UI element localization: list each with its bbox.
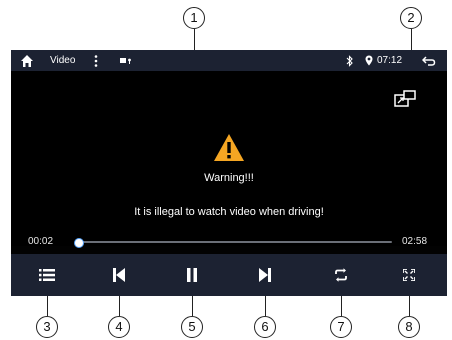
callout-8: 8 (398, 316, 420, 338)
warning-message: It is illegal to watch video when drivin… (134, 206, 324, 218)
callout-7: 7 (330, 316, 352, 338)
callout-5-leader (192, 296, 193, 316)
current-time: 00:02 (28, 236, 54, 247)
previous-button[interactable] (91, 254, 147, 296)
playlist-button[interactable] (19, 254, 75, 296)
callout-6-leader (265, 296, 266, 316)
list-icon (39, 269, 55, 281)
seek-bar[interactable] (74, 238, 392, 248)
pause-icon (187, 268, 197, 282)
callout-7-leader (341, 296, 342, 316)
picture-in-picture-icon[interactable] (394, 90, 416, 108)
callout-4-leader (119, 296, 120, 316)
fullscreen-icon (403, 269, 415, 281)
callout-3-leader (47, 296, 48, 316)
more-vertical-icon[interactable] (94, 50, 102, 71)
skip-previous-icon (113, 268, 125, 282)
warning-triangle-icon (213, 133, 245, 162)
fullscreen-button[interactable] (381, 254, 437, 296)
seek-bar-thumb[interactable] (74, 238, 85, 248)
app-title: Video (50, 55, 76, 66)
pause-button[interactable] (164, 254, 220, 296)
video-source-icon (120, 50, 136, 71)
callout-2: 2 (400, 7, 422, 29)
callout-3: 3 (36, 316, 58, 338)
status-bar: Video 07:12 (11, 50, 447, 71)
playback-controls (11, 254, 447, 296)
video-area[interactable]: Warning!!! It is illegal to watch video … (11, 71, 447, 247)
repeat-button[interactable] (313, 254, 369, 296)
back-arrow-icon[interactable] (421, 50, 438, 71)
skip-next-icon (259, 268, 271, 282)
callout-4: 4 (108, 316, 130, 338)
location-pin-icon (365, 50, 375, 71)
callout-1: 1 (183, 7, 205, 29)
bluetooth-icon (346, 50, 356, 71)
total-time: 02:58 (402, 236, 428, 247)
callout-5: 5 (181, 316, 203, 338)
home-icon[interactable] (20, 50, 36, 71)
callout-6: 6 (254, 316, 276, 338)
callout-8-leader (409, 296, 410, 316)
head-unit-screen: Video 07:12 Warning!!! It is illegal to … (11, 50, 447, 296)
clock: 07:12 (377, 55, 403, 66)
warning-title: Warning!!! (204, 172, 254, 184)
next-button[interactable] (237, 254, 293, 296)
repeat-icon (335, 268, 347, 282)
